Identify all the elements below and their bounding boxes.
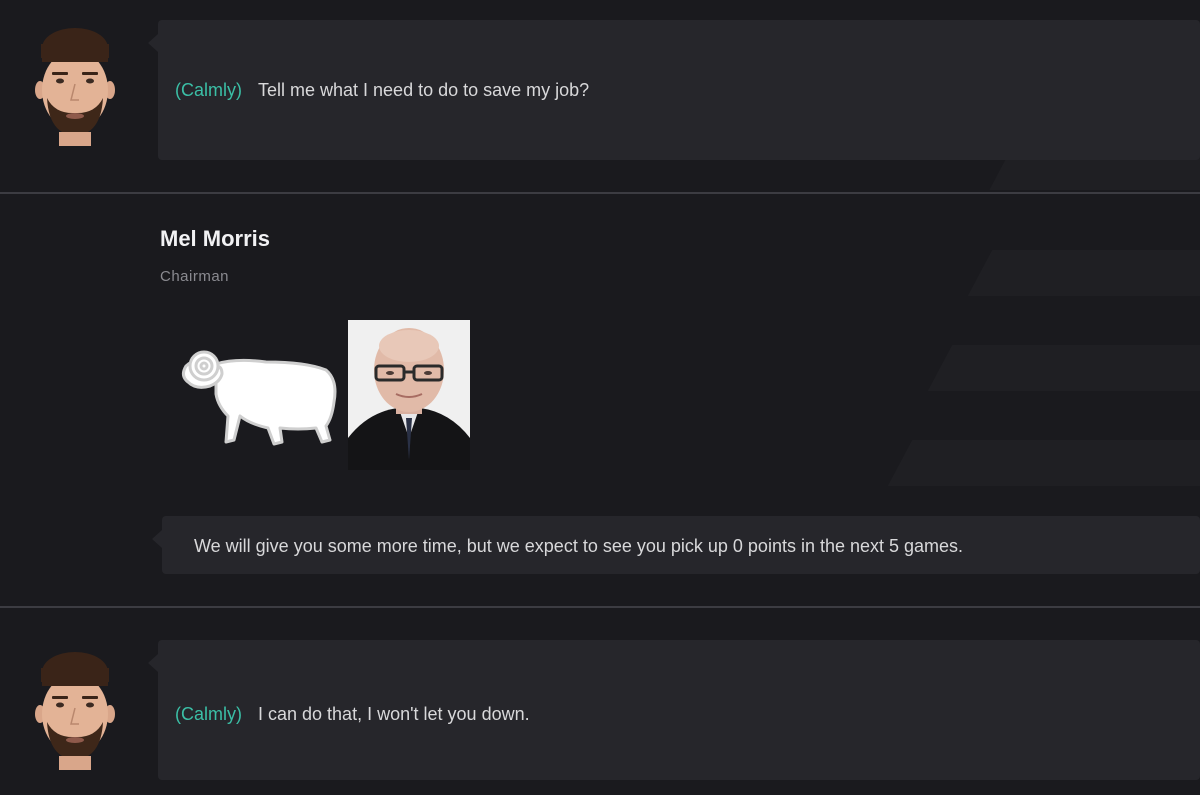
speech-bubble: (Calmly) Tell me what I need to do to sav… bbox=[158, 20, 1200, 160]
bubble-tail bbox=[152, 530, 162, 548]
message-line: (Calmly) I can do that, I won't let you d… bbox=[175, 704, 530, 725]
ram-badge-icon bbox=[181, 350, 337, 446]
message-text: We will give you some more time, but we … bbox=[194, 536, 964, 556]
manager-face-icon bbox=[33, 652, 117, 780]
message-text: I can do that, I won't let you down. bbox=[258, 704, 530, 724]
tone-label: (Calmly) bbox=[175, 80, 242, 100]
bubble-tail bbox=[148, 34, 158, 52]
manager-message-2: (Calmly) I can do that, I won't let you d… bbox=[0, 608, 1200, 795]
speech-bubble: We will give you some more time, but we … bbox=[162, 516, 1200, 574]
message-line: (Calmly) Tell me what I need to do to sav… bbox=[175, 80, 589, 101]
bubble-tail bbox=[148, 654, 158, 672]
message-text: Tell me what I need to do to save my job… bbox=[258, 80, 590, 100]
chairman-portrait-icon bbox=[348, 320, 470, 470]
tone-label: (Calmly) bbox=[175, 704, 242, 724]
speaker-role: Chairman bbox=[160, 268, 230, 285]
speaker-name: Mel Morris bbox=[160, 226, 271, 251]
manager-face-icon bbox=[33, 28, 117, 156]
speech-bubble: (Calmly) I can do that, I won't let you d… bbox=[158, 640, 1200, 780]
manager-message-1: (Calmly) Tell me what I need to do to sav… bbox=[0, 0, 1200, 192]
